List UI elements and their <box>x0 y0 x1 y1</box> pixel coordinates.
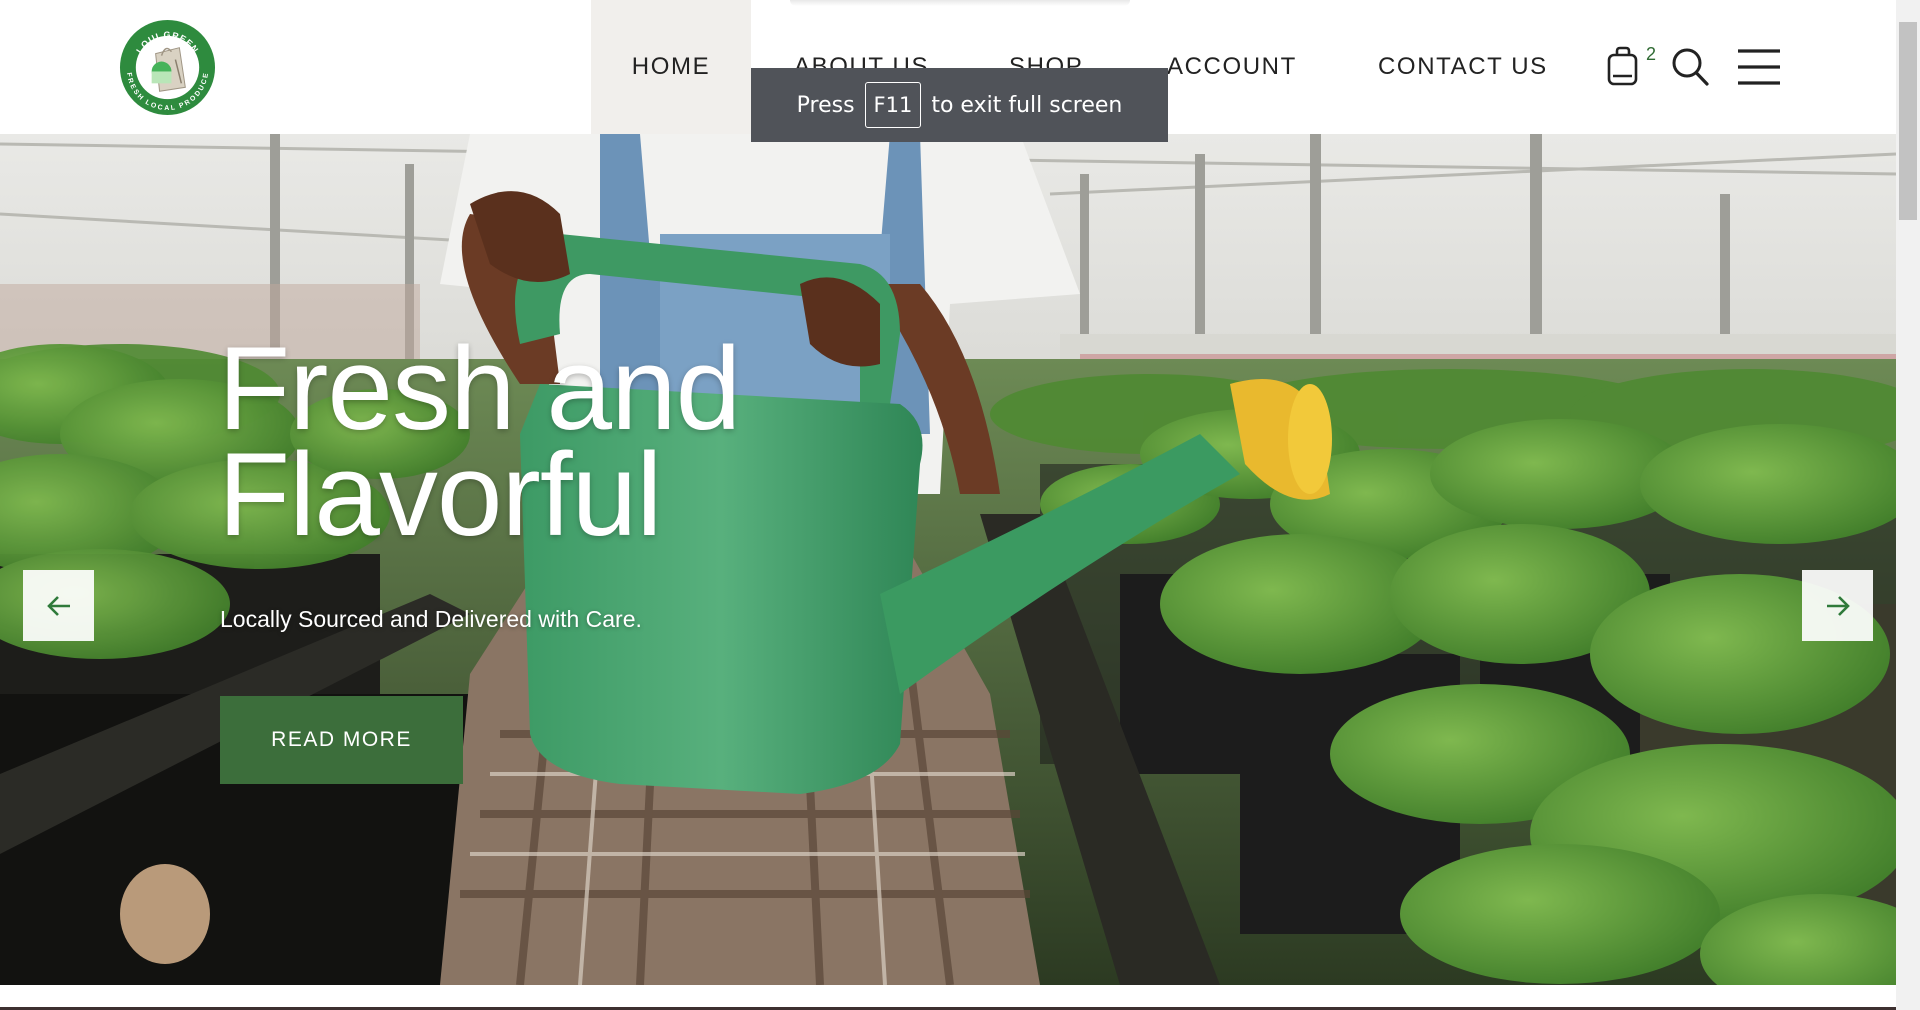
nav-account[interactable]: ACCOUNT <box>1167 0 1297 134</box>
nav-account-label: ACCOUNT <box>1167 53 1297 80</box>
read-more-label: READ MORE <box>271 728 412 751</box>
slider-next-button[interactable] <box>1802 570 1873 641</box>
arrow-right-icon <box>1826 595 1850 616</box>
fullscreen-exit-notice: Press F11 to exit full screen <box>751 68 1168 142</box>
nav-contact-us[interactable]: CONTACT US <box>1378 0 1548 134</box>
hero-title-line-2: Flavorful <box>218 429 662 561</box>
search-icon[interactable] <box>1670 46 1710 88</box>
fullscreen-notice-after: to exit full screen <box>931 92 1123 118</box>
hero-title: Fresh and Flavorful <box>218 323 918 561</box>
hero-subtitle: Locally Sourced and Delivered with Care. <box>220 606 642 632</box>
nav-home[interactable]: HOME <box>591 0 751 134</box>
shopping-bag-icon[interactable] <box>1606 46 1640 86</box>
hero-slider: Fresh and Flavorful Locally Sourced and … <box>0 134 1896 985</box>
cart-count-badge: 2 <box>1646 44 1657 64</box>
fullscreen-notice-before: Press <box>796 92 855 118</box>
nav-home-label: HOME <box>631 53 711 80</box>
fullscreen-notice-key: F11 <box>864 82 922 128</box>
arrow-left-icon <box>46 595 70 616</box>
slider-prev-button[interactable] <box>23 570 94 641</box>
hamburger-menu-icon[interactable] <box>1737 48 1781 86</box>
site-logo[interactable]: LOUI GREEN FRESH LOCAL PRODUCE <box>118 18 217 117</box>
nav-contact-us-label: CONTACT US <box>1378 53 1548 80</box>
scrollbar-thumb[interactable] <box>1899 22 1917 220</box>
hero-title-line-1: Fresh and <box>218 323 741 455</box>
read-more-button[interactable]: READ MORE <box>220 696 463 784</box>
fullscreen-drop-shadow <box>790 0 1130 6</box>
